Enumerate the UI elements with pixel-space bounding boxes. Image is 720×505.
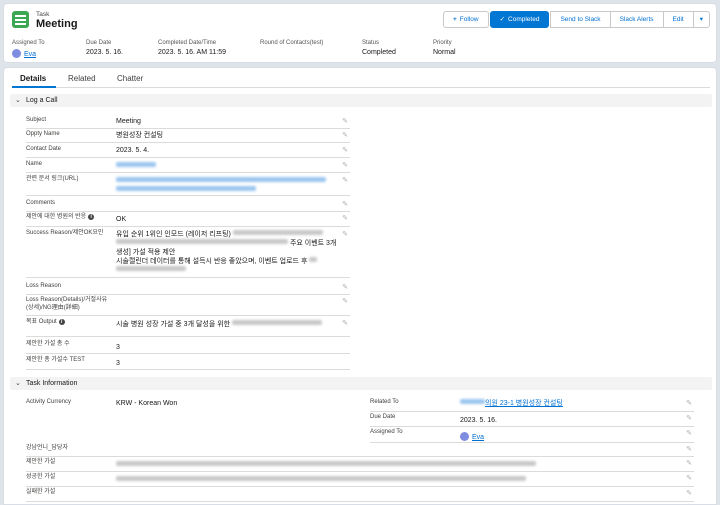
field-related-to: Related To 의원 23-1 병원성장 컨설팅 ✎	[370, 399, 694, 412]
field-activity-currency: Activity Currency KRW - Korean Won	[26, 399, 178, 407]
chevron-down-icon: ▾	[699, 16, 703, 23]
avatar	[460, 432, 469, 441]
follow-button[interactable]: + Follow	[442, 11, 489, 28]
check-icon: ✓	[499, 16, 506, 23]
record-header: Task Meeting + Follow ✓ Completed Send to …	[3, 3, 717, 63]
field-hypothesis-count: 제안한 가설 총 수 3	[26, 341, 350, 354]
info-icon[interactable]: i	[88, 214, 95, 220]
pencil-icon[interactable]: ✎	[686, 445, 692, 453]
field-success-reason: Success Reason/제안OK요인 유입 순위 1위인 인모드 (레이저…	[26, 230, 350, 278]
info-icon[interactable]: i	[58, 319, 65, 325]
assigned-to-link[interactable]: Eva	[472, 434, 484, 441]
field-contact-date: Contact Date 2023. 5. 4. ✎	[26, 146, 350, 158]
pencil-icon[interactable]: ✎	[686, 414, 692, 422]
more-actions-button[interactable]: ▾	[692, 11, 710, 28]
field-loss-reason-details: Loss Reason(Details)/거절사유 (상세)/NG理由(詳細) ✎	[26, 297, 350, 316]
pencil-icon[interactable]: ✎	[686, 399, 692, 407]
pencil-icon[interactable]: ✎	[342, 161, 348, 169]
pencil-icon[interactable]: ✎	[342, 297, 348, 305]
pencil-icon[interactable]: ✎	[686, 474, 692, 482]
task-list-icon	[12, 11, 29, 28]
chevron-down-icon: ⌄	[15, 97, 21, 104]
field-succeeded-hypothesis: 성공한 가설 ✎	[26, 474, 694, 487]
related-to-link[interactable]: 의원 23-1 병원성장 컨설팅	[485, 400, 563, 407]
field-loss-reason: Loss Reason ✎	[26, 283, 350, 295]
pencil-icon[interactable]: ✎	[686, 489, 692, 497]
chevron-down-icon: ⌄	[15, 380, 21, 387]
header-field-round-of-contacts: Round of Contacts(test)	[260, 40, 324, 46]
doc-url-link-redacted[interactable]	[116, 177, 326, 195]
tab-chatter[interactable]: Chatter	[117, 74, 143, 83]
header-field-status: Status Completed	[362, 40, 396, 56]
field-goal-output: 목표 Output i 시술 병원 성장 가설 중 3개 달성을 위한 ✎	[26, 319, 350, 337]
header-field-completed-date: Completed Date/Time 2023. 5. 16. AM 11:5…	[158, 40, 226, 56]
record-title: Meeting	[36, 18, 78, 30]
pencil-icon[interactable]: ✎	[342, 131, 348, 139]
field-assigned-to: Assigned To Eva ✎	[370, 429, 694, 443]
pencil-icon[interactable]: ✎	[342, 176, 348, 184]
slack-alerts-button[interactable]: Slack Alerts	[609, 11, 664, 28]
field-oppty-name: Oppty Name 병원성장 컨설팅 ✎	[26, 131, 350, 143]
header-field-due-date: Due Date 2023. 5. 16.	[86, 40, 123, 56]
header-field-assigned-to: Assigned To Eva	[12, 40, 45, 58]
pencil-icon[interactable]: ✎	[342, 230, 348, 238]
section-task-information-header[interactable]: ⌄ Task Information	[10, 377, 712, 390]
field-proposed-hypothesis: 제안한 가설 ✎	[26, 459, 694, 472]
tab-related[interactable]: Related	[68, 74, 96, 83]
action-buttons: + Follow ✓ Completed Send to Slack Slack A…	[442, 11, 710, 28]
send-to-slack-button[interactable]: Send to Slack	[550, 11, 611, 28]
tab-details[interactable]: Details	[20, 74, 46, 83]
avatar	[12, 49, 21, 58]
pencil-icon[interactable]: ✎	[342, 146, 348, 154]
object-type-label: Task	[36, 11, 50, 18]
field-failed-hypothesis: 실패한 가설 ✎	[26, 489, 694, 502]
pencil-icon[interactable]: ✎	[686, 459, 692, 467]
pencil-icon[interactable]: ✎	[342, 117, 348, 125]
field-comments: Comments ✎	[26, 200, 350, 212]
assigned-to-link[interactable]: Eva	[24, 51, 36, 58]
pencil-icon[interactable]: ✎	[342, 214, 348, 222]
field-doc-link: 관련 문서 링크(URL) ✎	[26, 176, 350, 196]
plus-icon: +	[452, 16, 457, 23]
pencil-icon[interactable]: ✎	[686, 429, 692, 437]
pencil-icon[interactable]: ✎	[342, 200, 348, 208]
field-due-date: Due Date 2023. 5. 16. ✎	[370, 414, 694, 427]
active-tab-indicator	[12, 86, 56, 88]
field-response: 제안에 대한 병원의 반응 i OK ✎	[26, 214, 350, 227]
field-sales-manager: 강남언니_담당자 ✎	[26, 445, 694, 457]
name-link-redacted[interactable]	[116, 162, 156, 171]
record-body: Details Related Chatter ⌄ Log a Call Sub…	[3, 67, 717, 505]
field-name: Name ✎	[26, 161, 350, 173]
edit-button[interactable]: Edit	[662, 11, 694, 28]
pencil-icon[interactable]: ✎	[342, 319, 348, 327]
header-field-priority: Priority Normal	[433, 40, 456, 56]
completed-button[interactable]: ✓ Completed	[489, 11, 550, 28]
field-hypothesis-count-test: 제안한 총 가설수 TEST 3	[26, 357, 350, 370]
field-subject: Subject Meeting ✎	[26, 117, 350, 129]
section-log-a-call-header[interactable]: ⌄ Log a Call	[10, 94, 712, 107]
pencil-icon[interactable]: ✎	[342, 283, 348, 291]
tab-bar: Details Related Chatter	[12, 68, 710, 88]
